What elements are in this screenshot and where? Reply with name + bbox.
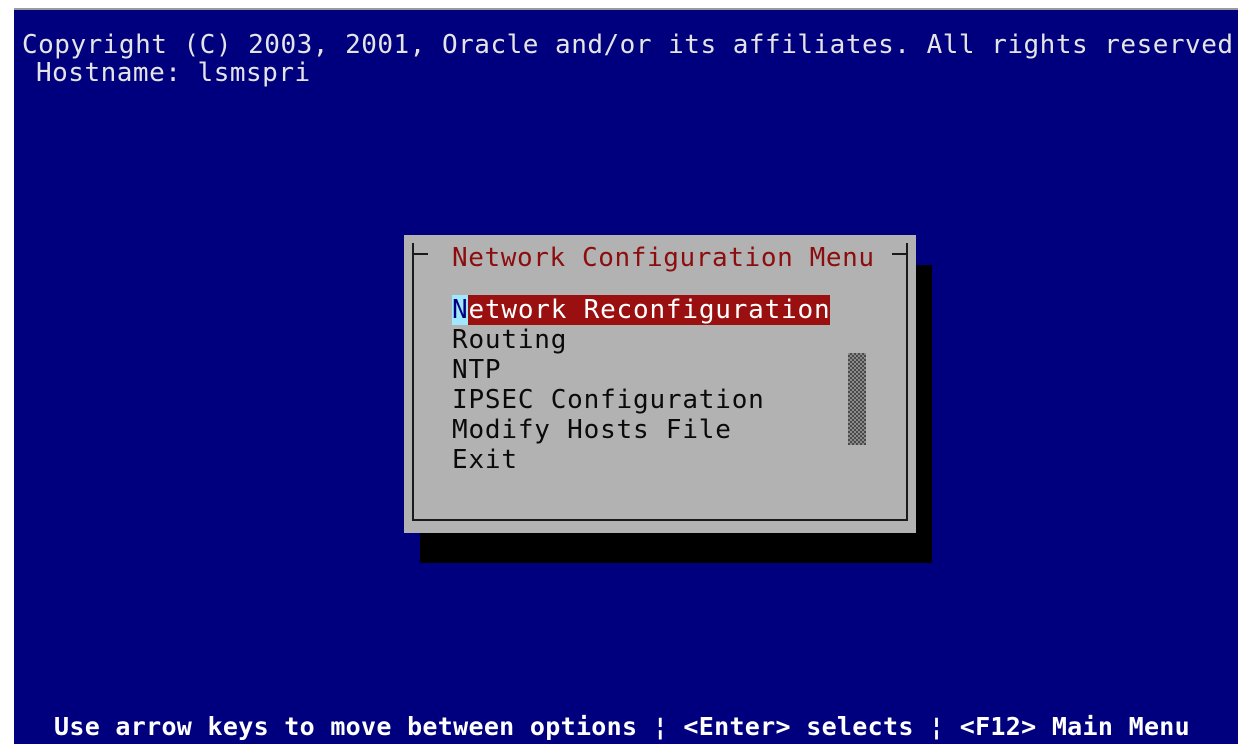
menu-item-exit[interactable]: Exit (452, 445, 830, 475)
terminal-window: Copyright (C) 2003, 2001, Oracle and/or … (14, 8, 1238, 744)
menu-item-modify-hosts-file[interactable]: Modify Hosts File (452, 415, 830, 445)
frame-corner-left (412, 243, 430, 265)
menu-item-ntp[interactable]: NTP (452, 355, 830, 385)
scrollbar[interactable] (848, 353, 866, 445)
cursor-highlight: N (452, 295, 469, 325)
network-configuration-dialog: Network Configuration Menu Network Recon… (404, 235, 916, 533)
copyright-notice: Copyright (C) 2003, 2001, Oracle and/or … (22, 30, 1238, 60)
hostname-value: lsmspri (197, 58, 311, 88)
menu-item-label[interactable]: Network Reconfiguration (452, 295, 831, 325)
menu-item-network-reconfiguration[interactable]: Network Reconfiguration (452, 295, 831, 325)
menu-list: Network Reconfiguration Routing NTP IPSE… (452, 295, 831, 475)
status-bar-help-text: Use arrow keys to move between options ¦… (54, 712, 1190, 741)
hostname-label: Hostname: (36, 58, 182, 88)
frame-corner-right (890, 243, 908, 265)
menu-item-routing[interactable]: Routing (452, 325, 830, 355)
menu-item-text: etwork Reconfiguration (468, 295, 831, 325)
hostname-line: Hostname: lsmspri (36, 58, 311, 88)
menu-item-ipsec-configuration[interactable]: IPSEC Configuration (452, 385, 830, 415)
screen: Copyright (C) 2003, 2001, Oracle and/or … (0, 0, 1238, 750)
dialog-title: Network Configuration Menu (452, 243, 875, 273)
